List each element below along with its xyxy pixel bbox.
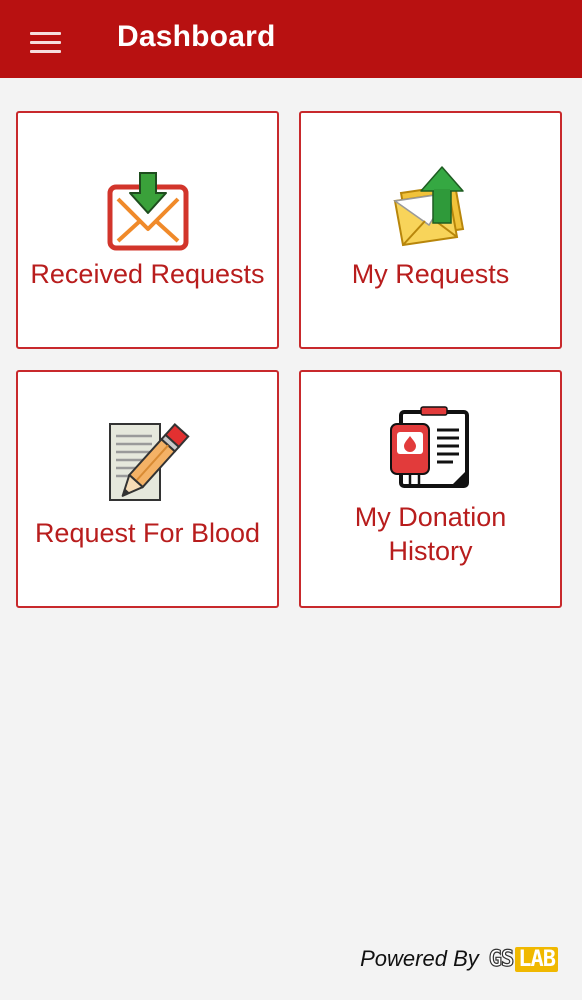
app-bar: Dashboard <box>0 0 582 78</box>
request-for-blood-tile[interactable]: Request For Blood <box>16 370 279 608</box>
gslab-logo-lab: LAB <box>515 946 558 972</box>
my-donation-history-tile[interactable]: My Donation History <box>299 370 562 608</box>
my-requests-tile[interactable]: My Requests <box>299 111 562 349</box>
menu-bar-line <box>30 32 61 35</box>
powered-by-text: Powered By <box>360 946 479 971</box>
paper-pencil-icon <box>108 423 190 501</box>
hamburger-menu-icon[interactable] <box>22 22 68 62</box>
received-requests-tile[interactable]: Received Requests <box>16 111 279 349</box>
my-donation-history-label-line2: History <box>388 536 473 566</box>
envelope-upload-icon <box>392 166 464 247</box>
mail-inbox-download-icon <box>107 172 188 251</box>
menu-bar-line <box>30 50 61 53</box>
app-screen: Dashboard Received Requests My Requests <box>0 0 582 1000</box>
gslab-logo: GS LAB <box>487 943 558 975</box>
gslab-logo-gs: GS <box>488 946 515 972</box>
my-donation-history-label-line1: My Donation <box>354 502 507 532</box>
request-for-blood-label: Request For Blood <box>34 518 261 548</box>
my-requests-label: My Requests <box>351 259 510 289</box>
received-requests-label: Received Requests <box>30 259 265 289</box>
powered-by-footer: Powered By GS LAB <box>360 942 558 976</box>
menu-bar-line <box>30 41 61 44</box>
blood-bag-clipboard-icon <box>389 406 469 488</box>
page-title: Dashboard <box>117 20 276 53</box>
